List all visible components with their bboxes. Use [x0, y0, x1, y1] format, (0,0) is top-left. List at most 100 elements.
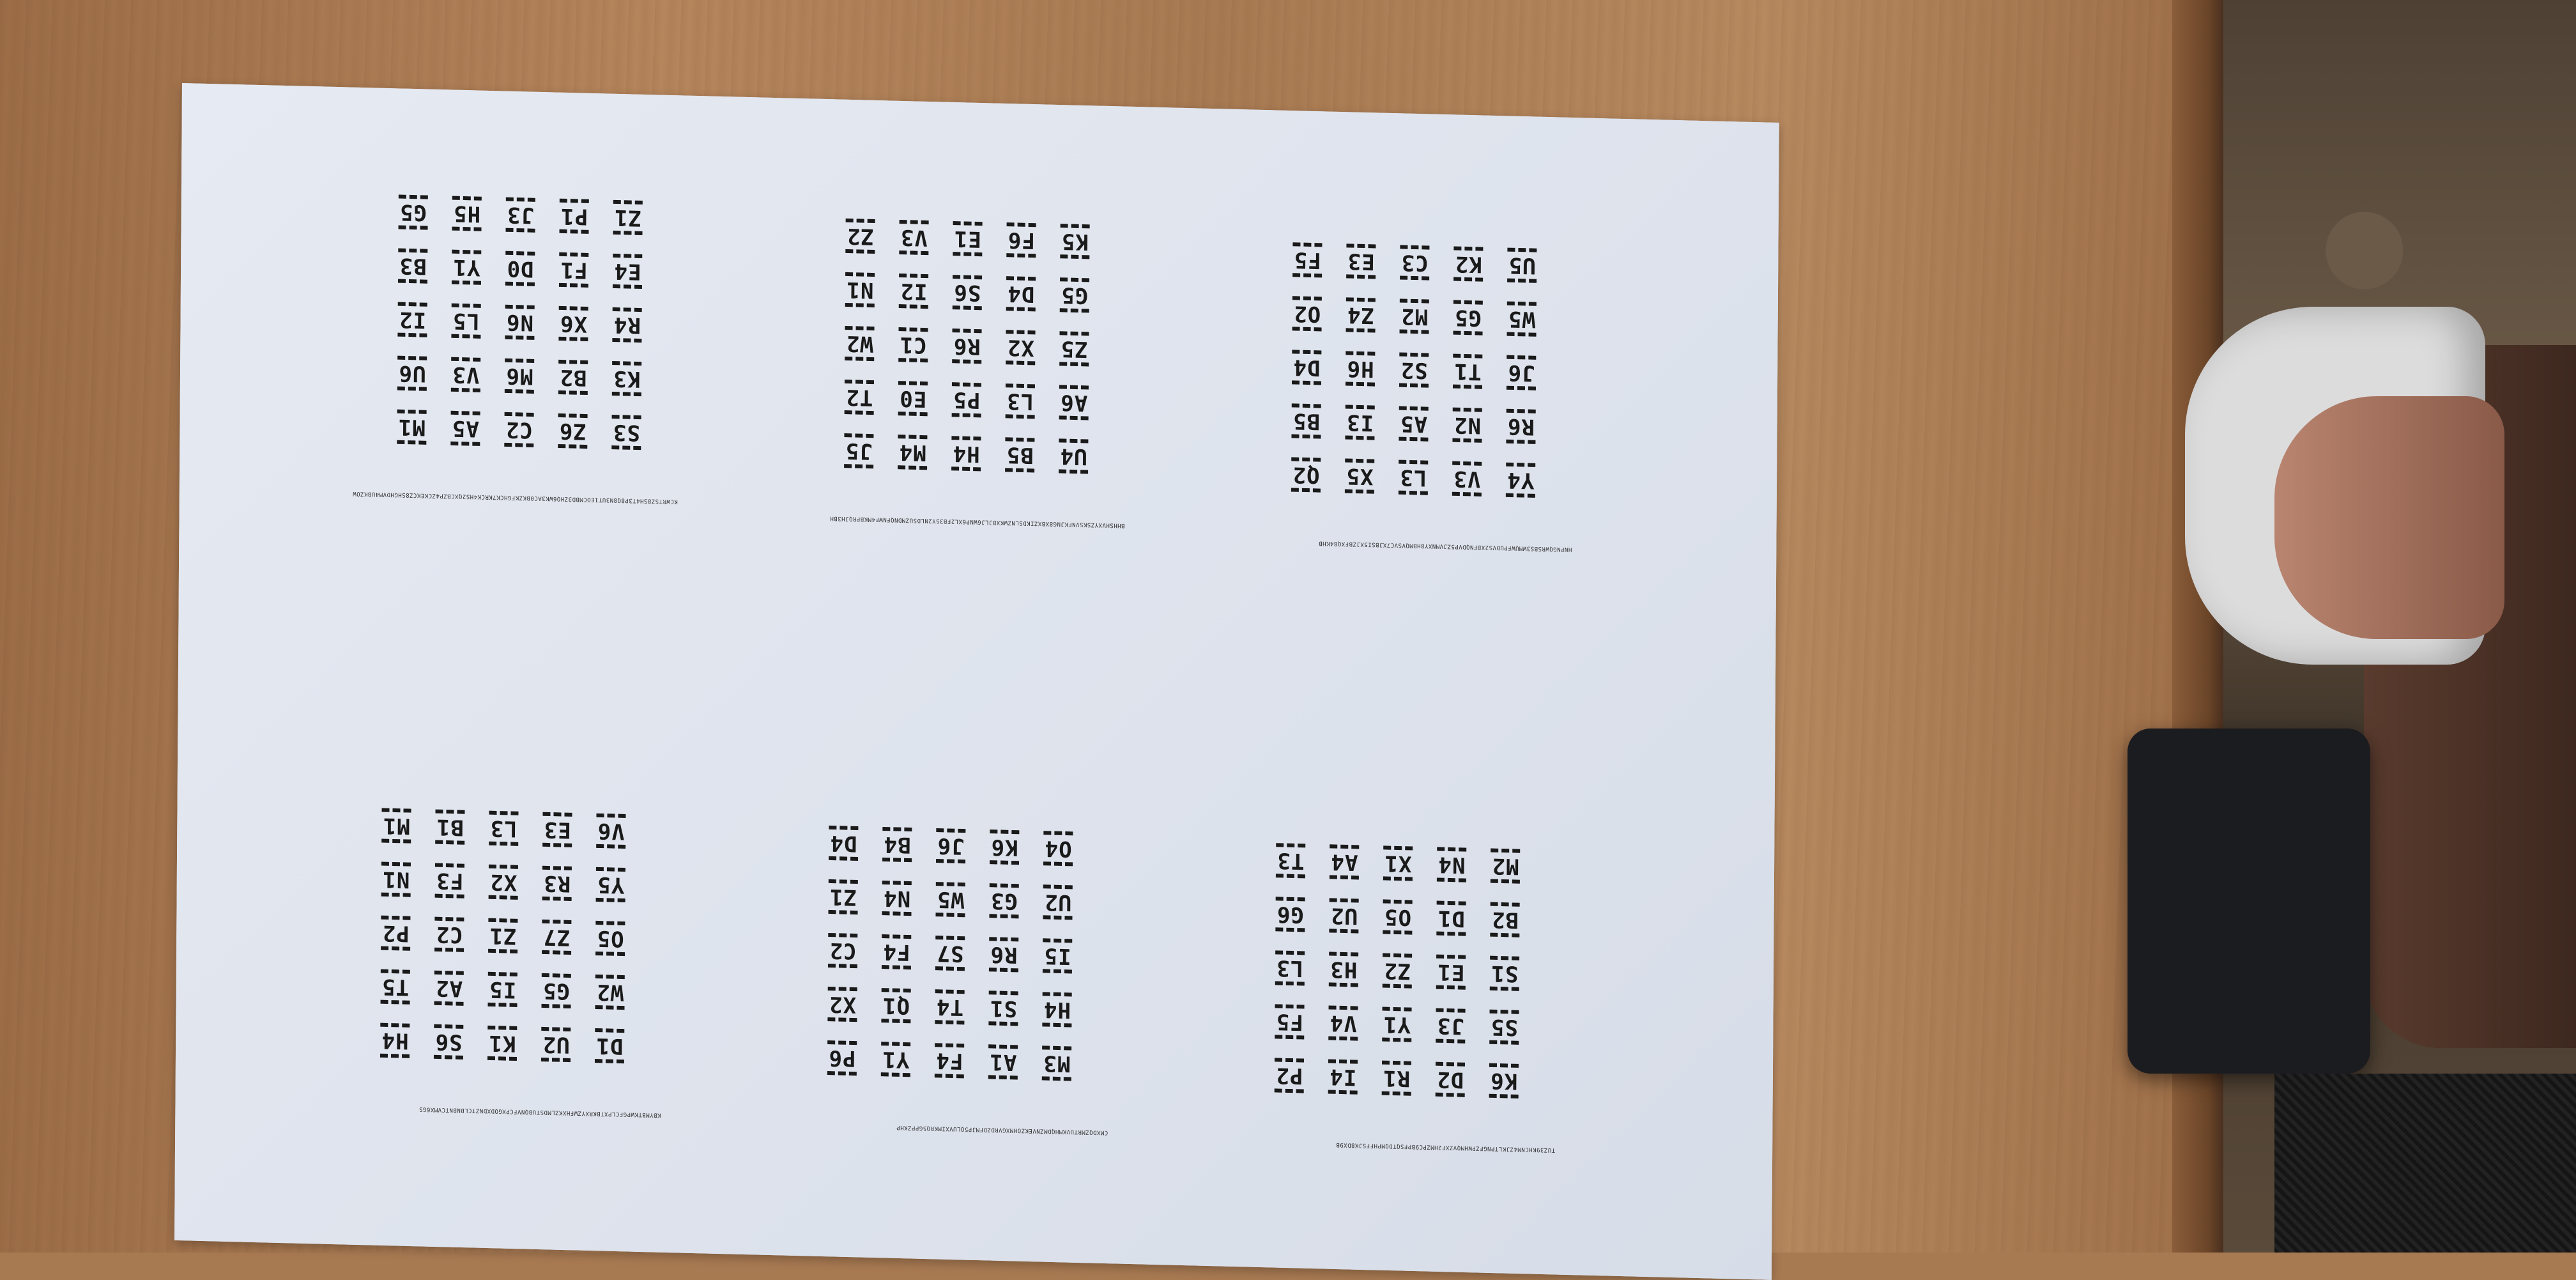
- tag-cell: F1: [554, 250, 594, 291]
- tag-code: H5: [452, 196, 482, 231]
- tag-code: X6: [558, 305, 589, 342]
- tag-code: M1: [396, 409, 427, 445]
- tag-code: I5: [487, 971, 518, 1007]
- tag-cell: G5: [393, 192, 433, 233]
- tag-code: S6: [952, 275, 983, 311]
- tag-code: G5: [398, 194, 429, 230]
- tag-cell: A6: [1054, 382, 1094, 423]
- tag-code: H4: [1041, 992, 1073, 1028]
- tag-code: U4: [1058, 438, 1089, 474]
- tag-cell: E3: [537, 810, 577, 851]
- tag-code: G5: [1453, 300, 1483, 335]
- tag-code: T4: [934, 989, 965, 1025]
- tag-cell: R3: [537, 863, 577, 904]
- tag-cell: Y1: [447, 247, 486, 288]
- tag-code: N2: [1452, 407, 1483, 443]
- tag-code: D4: [1006, 276, 1036, 312]
- tag-code: L3: [488, 810, 519, 846]
- tag-block-5: CMXDQZMRTUVKMHQDMZNVEKZOHMXGVRDZDFMJP5QL…: [776, 744, 1111, 1136]
- tag-code: H4: [379, 1022, 410, 1058]
- tag-cell: D0: [500, 249, 540, 289]
- tag-cell: T2: [839, 377, 879, 418]
- tag-code: P2: [1274, 1058, 1305, 1093]
- tag-cell: M6: [500, 356, 539, 397]
- tag-cell: C2: [823, 930, 862, 971]
- tag-code: C2: [434, 916, 464, 952]
- tag-code: N4: [882, 880, 912, 916]
- tag-cell: V3: [894, 217, 933, 258]
- tag-code: M2: [1399, 298, 1430, 334]
- tag-code: A2: [434, 970, 464, 1006]
- tag-cell: P1: [554, 196, 594, 237]
- tag-grid: U4 B5 H4 M4 J5 A6 L3 P5 E0 T2 Z5 X2 R6 C1 W2 G5 D4 S6 I2 N1…: [826, 201, 1095, 477]
- tag-cell: C2: [499, 410, 539, 451]
- tag-cell: X2: [822, 984, 862, 1025]
- tag-cell: L3: [484, 808, 523, 849]
- tag-cell: H4: [946, 433, 986, 474]
- tag-cell: P6: [822, 1038, 862, 1079]
- tag-cell: A2: [429, 968, 468, 1009]
- tag-cell: P2: [376, 913, 415, 953]
- tag-cell: O2: [1287, 293, 1327, 334]
- tag-cell: N2: [1447, 405, 1487, 445]
- tag-code: B2: [558, 359, 588, 396]
- tag-cell: Z7: [537, 917, 576, 958]
- tag-code: Y1: [880, 1042, 911, 1077]
- tag-cell: K3: [607, 359, 647, 399]
- tag-cell: E3: [1341, 241, 1381, 282]
- tag-code: I4: [1328, 1059, 1358, 1095]
- tag-cell: S5: [1484, 1006, 1524, 1047]
- tag-cell: B2: [553, 357, 593, 398]
- tag-cell: S2: [1394, 350, 1434, 390]
- tag-code: V3: [1452, 461, 1482, 497]
- tag-cell: U2: [1324, 895, 1363, 936]
- tag-code: Z2: [845, 218, 876, 254]
- tag-code: V3: [898, 219, 930, 256]
- tag-cell: N6: [500, 302, 539, 343]
- tag-cell: M3: [1037, 1043, 1077, 1084]
- tag-code: F5: [1292, 242, 1322, 278]
- tag-cell: J3: [1430, 1005, 1470, 1046]
- tag-code: V4: [1328, 1005, 1359, 1041]
- tag-cell: E1: [1431, 952, 1471, 992]
- tag-code: U5: [1506, 247, 1537, 283]
- tag-cell: L3: [1000, 381, 1040, 422]
- tag-cell: Z5: [1054, 328, 1094, 369]
- tag-code: G3: [988, 883, 1020, 919]
- tag-cell: Q1: [876, 985, 916, 1026]
- tag-code: A5: [1398, 406, 1429, 442]
- tag-block-4: KBYMBTKWPGFCLPXTBKRXYZWFHXKZLMDSTUBQNVFC…: [329, 726, 664, 1118]
- tag-cell: M1: [392, 406, 431, 447]
- tag-code: Z2: [1382, 953, 1413, 989]
- tag-code: J6: [1506, 355, 1537, 390]
- tag-cell: Z1: [823, 877, 862, 918]
- tag-cell: L3: [1270, 948, 1310, 989]
- tag-cell: V3: [1447, 458, 1487, 499]
- tag-code: S7: [935, 936, 965, 971]
- tag-code: V3: [450, 357, 481, 392]
- tag-grid: Y4 V3 L3 X5 Q2 R6 N2 A5 I3 B5 J6 T1 S2 H6 D4 W5 G5 M2 Z4 O2…: [1273, 226, 1542, 501]
- tag-block-3: HNPNGQWRSBS3WMUWFPUDVS2XBFNQDVP5ZJVMNXY8…: [1240, 160, 1575, 552]
- tag-cell: E0: [893, 378, 933, 419]
- tag-code: R6: [988, 937, 1019, 973]
- tag-code: K6: [1489, 1063, 1519, 1099]
- tag-cell: I2: [894, 271, 933, 312]
- tag-code: C3: [1399, 245, 1430, 281]
- tag-code: X2: [827, 986, 858, 1022]
- tag-code: W2: [595, 974, 625, 1010]
- tag-cell: N4: [1432, 844, 1471, 885]
- tag-code: Y1: [1381, 1006, 1413, 1042]
- tag-code: L3: [1005, 383, 1036, 419]
- tag-cell: S6: [429, 1022, 468, 1063]
- tag-code: B1: [434, 809, 466, 845]
- tag-code: A1: [988, 1044, 1018, 1080]
- tag-code: E0: [898, 381, 928, 417]
- tag-code: R4: [611, 307, 643, 343]
- tag-cell: S1: [983, 988, 1023, 1029]
- tag-code: Z1: [487, 918, 518, 953]
- tag-code: P6: [827, 1040, 857, 1076]
- tag-code: N4: [1436, 847, 1467, 883]
- tag-cell: B1: [430, 806, 470, 847]
- tag-cell: S1: [1485, 953, 1524, 994]
- tag-cell: X1: [1378, 843, 1418, 884]
